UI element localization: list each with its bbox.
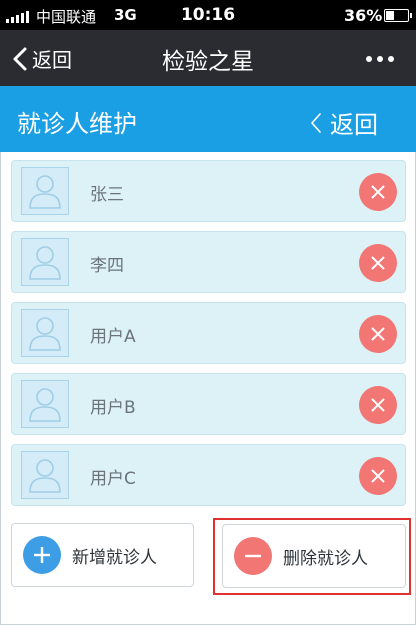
- header-back-label: 返回: [330, 111, 378, 139]
- user-avatar-icon: [21, 451, 69, 499]
- header-back-button[interactable]: 返回: [310, 105, 378, 140]
- nav-bar: 返回 检验之星: [0, 30, 416, 86]
- patient-row[interactable]: 李四: [11, 231, 406, 293]
- battery-percentage: 36%: [344, 6, 383, 25]
- battery-icon: [384, 9, 409, 22]
- status-bar: 中国联通 3G 10:16 36%: [0, 0, 416, 30]
- close-icon: [371, 398, 385, 412]
- nav-title: 检验之星: [162, 49, 254, 75]
- patient-row[interactable]: 用户A: [11, 302, 406, 364]
- chevron-left-icon: [311, 112, 321, 133]
- patient-name: 用户A: [90, 327, 136, 347]
- user-avatar-icon: [21, 167, 69, 215]
- patient-row[interactable]: 张三: [11, 160, 406, 222]
- close-icon: [371, 327, 385, 341]
- patient-name: 张三: [90, 185, 124, 205]
- patient-row[interactable]: 用户B: [11, 373, 406, 435]
- patient-name: 李四: [90, 256, 124, 276]
- remove-patient-button[interactable]: [359, 386, 397, 424]
- patient-name: 用户C: [90, 469, 136, 489]
- close-icon: [371, 185, 385, 199]
- user-avatar-icon: [21, 309, 69, 357]
- user-avatar-icon: [21, 238, 69, 286]
- add-patient-label: 新增就诊人: [72, 547, 157, 568]
- close-icon: [371, 469, 385, 483]
- remove-patient-button[interactable]: [359, 457, 397, 495]
- frame-border-left: [0, 152, 1, 625]
- page-title: 就诊人维护: [17, 110, 137, 138]
- plus-icon: [23, 536, 61, 574]
- close-icon: [371, 256, 385, 270]
- patient-name: 用户B: [90, 398, 136, 418]
- patient-list: 张三 李四 用户A 用户B 用户C: [11, 160, 406, 515]
- user-avatar-icon: [21, 380, 69, 428]
- battery-tip: [410, 13, 412, 18]
- patient-row[interactable]: 用户C: [11, 444, 406, 506]
- remove-patient-button[interactable]: [359, 315, 397, 353]
- highlight-box: [213, 518, 411, 595]
- battery-fill: [386, 11, 395, 20]
- remove-patient-button[interactable]: [359, 173, 397, 211]
- page-header: 就诊人维护 返回: [0, 86, 416, 152]
- add-patient-button[interactable]: 新增就诊人: [11, 523, 194, 587]
- remove-patient-button[interactable]: [359, 244, 397, 282]
- more-dots-icon[interactable]: [366, 56, 394, 62]
